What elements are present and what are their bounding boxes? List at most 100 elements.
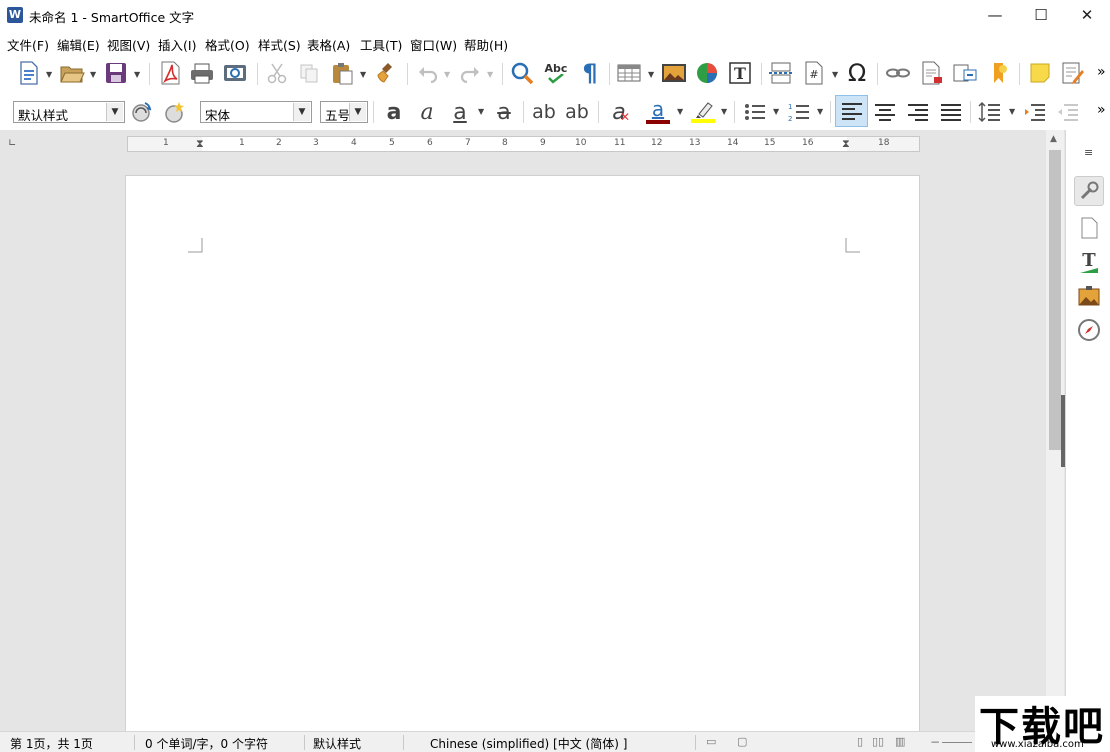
menu-table[interactable]: 表格(A): [307, 35, 350, 54]
open-dropdown-icon[interactable]: ▼: [90, 70, 96, 79]
font-color-dropdown-icon[interactable]: ▼: [677, 107, 683, 116]
table-dropdown-icon[interactable]: ▼: [648, 70, 654, 79]
paragraph-style-select[interactable]: 默认样式 ▼: [13, 101, 125, 123]
menu-format[interactable]: 格式(O): [205, 35, 250, 54]
find-replace-icon[interactable]: [508, 59, 536, 87]
chart-icon[interactable]: [693, 59, 721, 87]
language-status[interactable]: Chinese (simplified) [中文 (简体) ]: [430, 735, 627, 752]
align-right-button[interactable]: [903, 98, 933, 126]
cross-reference-icon[interactable]: [951, 59, 979, 87]
menu-file[interactable]: 文件(F): [7, 35, 49, 54]
sidebar-styles-button[interactable]: T: [1074, 248, 1104, 276]
sidebar-page-button[interactable]: [1074, 214, 1104, 242]
menu-styles[interactable]: 样式(S): [258, 35, 301, 54]
clone-formatting-icon[interactable]: [372, 59, 400, 87]
document-page[interactable]: [125, 175, 920, 731]
new-document-icon[interactable]: [16, 59, 42, 87]
page-break-icon[interactable]: [766, 59, 794, 87]
strikethrough-button[interactable]: a: [490, 98, 518, 126]
close-button[interactable]: ✕: [1064, 0, 1110, 31]
hyperlink-icon[interactable]: [884, 59, 912, 87]
footnote-icon[interactable]: [918, 59, 946, 87]
multi-page-view-icon[interactable]: ▯▯: [872, 735, 884, 748]
italic-button[interactable]: a: [413, 98, 441, 126]
font-name-select[interactable]: 宋体 ▼: [200, 101, 312, 123]
image-icon[interactable]: [660, 59, 688, 87]
menu-tools[interactable]: 工具(T): [360, 35, 402, 54]
menu-insert[interactable]: 插入(I): [158, 35, 196, 54]
paste-dropdown-icon[interactable]: ▼: [360, 70, 366, 79]
subscript-button[interactable]: ab: [563, 98, 591, 126]
zoom-out-icon[interactable]: −: [930, 735, 940, 749]
align-left-button[interactable]: [835, 95, 868, 127]
zoom-slider[interactable]: [942, 742, 972, 743]
menu-help[interactable]: 帮助(H): [464, 35, 508, 54]
minimize-button[interactable]: —: [972, 0, 1018, 31]
sidebar-gallery-button[interactable]: [1074, 282, 1104, 310]
font-color-button[interactable]: a: [644, 98, 672, 126]
underline-dropdown-icon[interactable]: ▼: [478, 107, 484, 116]
new-style-icon[interactable]: [161, 98, 189, 126]
scroll-up-icon[interactable]: ▲: [1050, 134, 1057, 144]
save-dropdown-icon[interactable]: ▼: [134, 70, 140, 79]
page-style-status[interactable]: 默认样式: [313, 735, 361, 752]
line-spacing-dropdown-icon[interactable]: ▼: [1009, 107, 1015, 116]
bullet-dropdown-icon[interactable]: ▼: [773, 107, 779, 116]
undo-dropdown-icon[interactable]: ▼: [444, 70, 450, 79]
superscript-button[interactable]: ab: [530, 98, 558, 126]
right-indent-marker-icon[interactable]: ⧗: [842, 137, 850, 151]
increase-indent-icon[interactable]: [1021, 98, 1049, 126]
table-icon[interactable]: [615, 59, 643, 87]
save-icon[interactable]: [102, 59, 130, 87]
align-center-button[interactable]: [870, 98, 900, 126]
print-preview-icon[interactable]: [221, 59, 249, 87]
field-dropdown-icon[interactable]: ▼: [832, 70, 838, 79]
menu-view[interactable]: 视图(V): [107, 35, 150, 54]
document-modified-icon[interactable]: ▢: [737, 735, 747, 748]
decrease-indent-icon[interactable]: [1054, 98, 1082, 126]
cut-icon[interactable]: [263, 59, 291, 87]
track-changes-icon[interactable]: [1059, 59, 1087, 87]
page-count-status[interactable]: 第 1页，共 1页: [10, 735, 93, 752]
underline-button[interactable]: a: [446, 98, 474, 126]
clear-formatting-button[interactable]: a ✕: [605, 98, 633, 126]
export-pdf-icon[interactable]: [156, 59, 184, 87]
horizontal-ruler[interactable]: 1 ⧗ 1 2 3 4 5 6 7 8 9 10 11 12 13 14 15 …: [127, 136, 920, 152]
text-box-icon[interactable]: T: [726, 59, 754, 87]
undo-icon[interactable]: [414, 59, 442, 87]
spellcheck-icon[interactable]: Abc: [541, 59, 571, 87]
print-icon[interactable]: [188, 59, 216, 87]
maximize-button[interactable]: ☐: [1018, 0, 1064, 31]
line-spacing-icon[interactable]: [976, 98, 1004, 126]
highlight-dropdown-icon[interactable]: ▼: [721, 107, 727, 116]
menu-window[interactable]: 窗口(W): [410, 35, 457, 54]
indent-marker-icon[interactable]: ⧗: [196, 137, 204, 151]
toolbar-overflow-icon[interactable]: »: [1097, 102, 1106, 118]
field-icon[interactable]: #: [800, 59, 828, 87]
tab-stop-selector[interactable]: ∟: [8, 138, 16, 149]
comment-icon[interactable]: [1026, 59, 1054, 87]
new-dropdown-icon[interactable]: ▼: [46, 70, 52, 79]
numbering-dropdown-icon[interactable]: ▼: [817, 107, 823, 116]
redo-dropdown-icon[interactable]: ▼: [487, 70, 493, 79]
single-page-view-icon[interactable]: ▯: [857, 735, 863, 748]
bullet-list-icon[interactable]: [741, 98, 769, 126]
book-view-icon[interactable]: ▥: [895, 735, 905, 748]
sidebar-properties-button[interactable]: [1074, 176, 1104, 206]
bold-button[interactable]: a: [380, 98, 408, 126]
paste-icon[interactable]: [328, 59, 356, 87]
redo-icon[interactable]: [456, 59, 484, 87]
toolbar-overflow-icon[interactable]: »: [1097, 64, 1106, 80]
insert-mode-icon[interactable]: ▭: [706, 735, 716, 748]
update-style-icon[interactable]: [128, 98, 156, 126]
justify-button[interactable]: [936, 98, 966, 126]
sidebar-navigator-button[interactable]: [1074, 316, 1104, 344]
copy-icon[interactable]: [295, 59, 323, 87]
sidebar-menu-icon[interactable]: ≡: [1084, 146, 1093, 159]
menu-edit[interactable]: 编辑(E): [57, 35, 100, 54]
open-folder-icon[interactable]: [58, 59, 86, 87]
bookmark-icon[interactable]: [985, 59, 1013, 87]
word-count-status[interactable]: 0 个单词/字，0 个字符: [145, 735, 268, 752]
special-character-icon[interactable]: Ω: [843, 59, 871, 87]
highlight-button[interactable]: [688, 98, 718, 126]
